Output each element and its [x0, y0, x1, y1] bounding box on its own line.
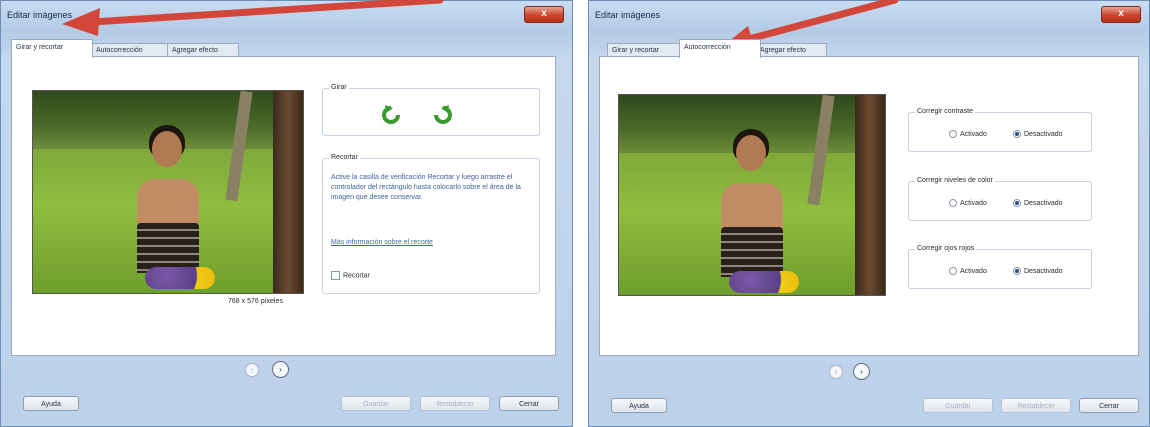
- checkbox-box[interactable]: [331, 271, 340, 280]
- radio-label: Desactivado: [1024, 130, 1063, 138]
- color-levels-group: Corregir niveles de color Activado Desac…: [908, 177, 1092, 221]
- close-icon: x: [1118, 8, 1124, 19]
- image-size-caption: 768 x 576 píxeles: [228, 298, 283, 305]
- red-eye-group-title: Corregir ojos rojos: [915, 245, 977, 252]
- edit-images-dialog-left: Editar imágenes x Girar y recortar Autoc…: [0, 0, 573, 427]
- close-button[interactable]: Cerrar: [499, 396, 559, 411]
- red-eye-group: Corregir ojos rojos Activado Desactivado: [908, 245, 1092, 289]
- close-icon: x: [541, 8, 547, 19]
- reset-button[interactable]: Restablecer: [420, 396, 490, 411]
- previous-image-button[interactable]: ‹: [245, 363, 259, 377]
- contrast-group-title: Corregir contraste: [915, 108, 976, 115]
- radio-button[interactable]: [1013, 267, 1021, 275]
- radio-button[interactable]: [949, 199, 957, 207]
- photo-face: [736, 135, 766, 171]
- radio-button[interactable]: [949, 267, 957, 275]
- contrast-off-radio[interactable]: Desactivado: [1013, 130, 1063, 138]
- tab-rotate-crop[interactable]: Girar y recortar: [11, 39, 93, 58]
- previous-image-button[interactable]: ‹: [829, 365, 843, 379]
- color-levels-off-radio[interactable]: Desactivado: [1013, 199, 1063, 207]
- photo-flowers: [729, 271, 799, 293]
- tab-panel: Corregir contraste Activado Desactivado …: [599, 56, 1139, 356]
- help-button[interactable]: Ayuda: [23, 396, 79, 411]
- photo-preview: [32, 90, 304, 294]
- rotate-left-icon[interactable]: [381, 104, 401, 126]
- rotate-group-title: Girar: [329, 84, 349, 91]
- help-button[interactable]: Ayuda: [611, 398, 667, 413]
- title-bar[interactable]: Editar imágenes x: [1, 1, 572, 29]
- color-levels-on-radio[interactable]: Activado: [949, 199, 987, 207]
- reset-button[interactable]: Restablecer: [1001, 398, 1071, 413]
- color-levels-group-title: Corregir niveles de color: [915, 177, 995, 184]
- radio-button[interactable]: [1013, 199, 1021, 207]
- crop-info-link[interactable]: Más información sobre el recorte: [331, 239, 433, 246]
- rotate-group: Girar: [322, 84, 540, 136]
- rotate-right-icon[interactable]: [433, 104, 453, 126]
- save-button[interactable]: Guardar: [923, 398, 993, 413]
- tab-autocorrect[interactable]: Autocorrección: [679, 39, 761, 58]
- close-window-button[interactable]: x: [1101, 6, 1141, 23]
- close-window-button[interactable]: x: [524, 6, 564, 23]
- crop-group-title: Recortar: [329, 154, 360, 161]
- radio-label: Desactivado: [1024, 267, 1063, 275]
- radio-label: Activado: [960, 267, 987, 275]
- radio-button[interactable]: [949, 130, 957, 138]
- radio-label: Activado: [960, 199, 987, 207]
- radio-label: Activado: [960, 130, 987, 138]
- crop-description: Active la casilla de verificación Recort…: [331, 174, 521, 201]
- crop-checkbox[interactable]: Recortar: [331, 271, 370, 280]
- tab-panel: 768 x 576 píxeles Girar Recortar Active …: [11, 56, 556, 356]
- window-title: Editar imágenes: [7, 10, 73, 20]
- save-button[interactable]: Guardar: [341, 396, 411, 411]
- photo-face: [152, 131, 182, 167]
- photo-dress: [137, 223, 199, 273]
- tab-add-effect[interactable]: Agregar efecto: [167, 43, 239, 57]
- window-title: Editar imágenes: [595, 10, 661, 20]
- next-image-button[interactable]: ›: [272, 361, 289, 378]
- contrast-on-radio[interactable]: Activado: [949, 130, 987, 138]
- photo-preview: [618, 94, 886, 296]
- next-image-button[interactable]: ›: [853, 363, 870, 380]
- tab-autocorrect[interactable]: Autocorrección: [91, 43, 173, 57]
- tab-add-effect[interactable]: Agregar efecto: [755, 43, 827, 57]
- crop-checkbox-label: Recortar: [343, 272, 370, 280]
- tab-rotate-crop[interactable]: Girar y recortar: [607, 43, 685, 57]
- radio-label: Desactivado: [1024, 199, 1063, 207]
- photo-flowers: [145, 267, 215, 289]
- photo-trunk: [273, 91, 303, 293]
- photo-dress: [721, 227, 783, 277]
- photo-trunk: [855, 95, 885, 295]
- radio-button[interactable]: [1013, 130, 1021, 138]
- edit-images-dialog-right: Editar imágenes x Girar y recortar Autoc…: [588, 0, 1150, 427]
- contrast-group: Corregir contraste Activado Desactivado: [908, 108, 1092, 152]
- title-bar[interactable]: Editar imágenes x: [589, 1, 1149, 29]
- close-button[interactable]: Cerrar: [1079, 398, 1139, 413]
- red-eye-off-radio[interactable]: Desactivado: [1013, 267, 1063, 275]
- crop-group: Recortar Active la casilla de verificaci…: [322, 154, 540, 294]
- red-eye-on-radio[interactable]: Activado: [949, 267, 987, 275]
